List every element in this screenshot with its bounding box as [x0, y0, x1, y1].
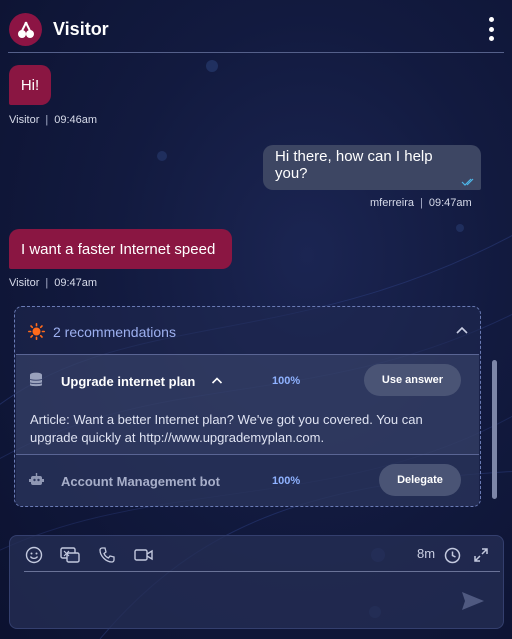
match-score: 100% [272, 375, 301, 387]
video-icon[interactable] [134, 545, 154, 565]
message-meta: Visitor | 09:46am [9, 114, 98, 126]
database-icon [29, 372, 43, 387]
message-author: Visitor [9, 277, 40, 289]
visitor-message: Hi! [9, 65, 51, 105]
emoji-icon[interactable] [24, 545, 44, 565]
page-title: Visitor [53, 19, 109, 39]
chevron-up-icon[interactable] [455, 325, 469, 335]
recommendations-title: 2 recommendations [53, 324, 176, 340]
chat-header: Visitor [0, 0, 512, 53]
recommendation-detail: Article: Want a better Internet plan? We… [30, 412, 423, 445]
visitor-message: I want a faster Internet speed [9, 229, 232, 269]
recommendation-name[interactable]: Upgrade internet plan [61, 374, 195, 389]
kebab-menu-icon[interactable] [484, 17, 498, 41]
recommendations-header[interactable]: 2 recommendations [15, 307, 480, 354]
use-answer-button[interactable]: Use answer [364, 364, 461, 396]
clock-icon [442, 545, 462, 565]
message-text: Hi! [20, 76, 40, 94]
chat-timer: 8m [417, 546, 436, 561]
message-composer: 8m [9, 535, 504, 629]
match-score: 100% [272, 475, 301, 487]
expand-icon[interactable] [471, 545, 491, 565]
message-text: Hi there, how can I help you? [275, 147, 433, 182]
message-text: I want a faster Internet speed [21, 240, 216, 258]
read-receipt-icon [461, 178, 474, 186]
recommendations-panel: 2 recommendations Upgrade internet plan … [14, 306, 481, 507]
chevron-up-icon[interactable] [211, 376, 223, 385]
sun-icon [28, 323, 45, 340]
phone-icon[interactable] [97, 545, 117, 565]
recommendation-item: Account Management bot 100% Delegate [16, 455, 479, 506]
header-divider [8, 52, 504, 53]
message-author: Visitor [9, 114, 40, 126]
send-icon[interactable] [460, 589, 486, 613]
recommendation-name[interactable]: Account Management bot [61, 474, 220, 489]
agent-message: Hi there, how can I help you? [263, 145, 481, 190]
bot-icon [29, 473, 44, 485]
message-meta: Visitor | 09:47am [9, 277, 98, 289]
message-time: 09:47am [428, 197, 472, 209]
screen-share-icon[interactable] [60, 545, 80, 565]
delegate-button[interactable]: Delegate [379, 464, 461, 496]
recommendation-item: Upgrade internet plan 100% Use answer Ar… [16, 355, 479, 454]
message-meta: mferreira | 09:47am [370, 197, 472, 209]
cherry-logo-icon [9, 13, 42, 46]
composer-divider [24, 571, 500, 572]
message-time: 09:46am [54, 114, 98, 126]
message-time: 09:47am [54, 277, 98, 289]
message-author: mferreira [370, 197, 415, 209]
scrollbar[interactable] [492, 360, 497, 499]
